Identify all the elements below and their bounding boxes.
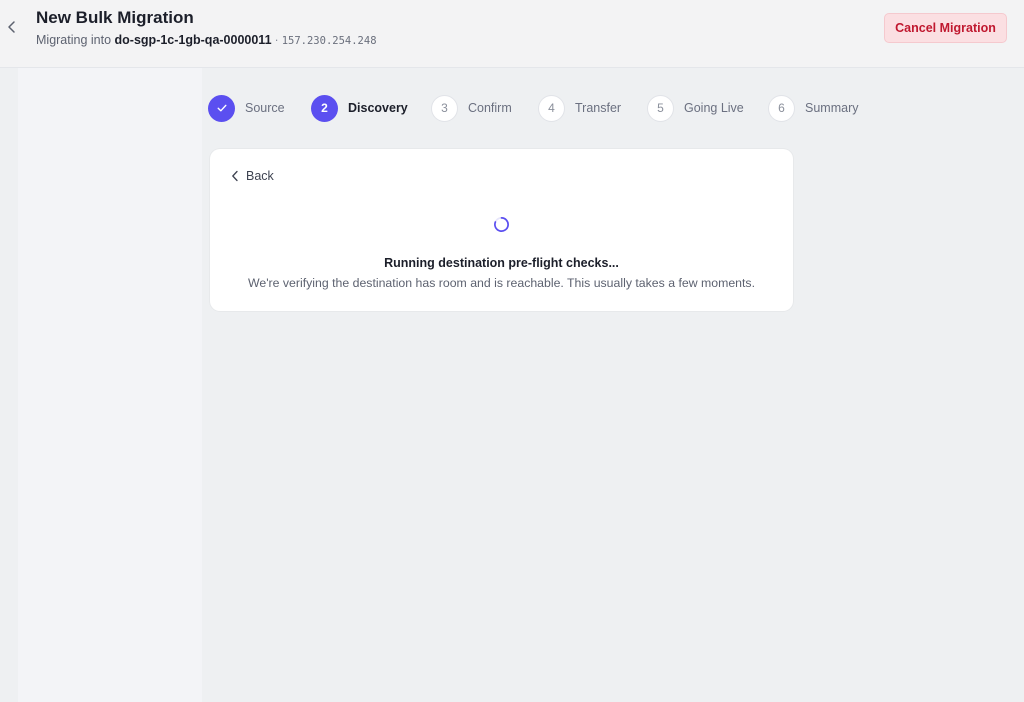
back-link[interactable]: Back	[231, 168, 274, 184]
step-transfer[interactable]: 4 Transfer	[538, 94, 621, 122]
step-confirm[interactable]: 3 Confirm	[431, 94, 512, 122]
step-label: Source	[245, 101, 285, 115]
step-label: Transfer	[575, 101, 622, 115]
page-title: New Bulk Migration	[36, 8, 194, 27]
step-number: 6	[768, 94, 795, 122]
step-number: 2	[311, 94, 338, 122]
back-chevron-icon[interactable]	[4, 19, 20, 35]
status-description: We're verifying the destination has room…	[247, 276, 755, 290]
step-label: Confirm	[468, 101, 512, 115]
back-label: Back	[246, 169, 274, 183]
status-title: Running destination pre-flight checks...	[384, 256, 619, 270]
migration-page: New Bulk Migration Migrating into do-sgp…	[0, 0, 1024, 702]
step-discovery[interactable]: 2 Discovery	[311, 94, 408, 122]
page-header: New Bulk Migration Migrating into do-sgp…	[0, 0, 1024, 68]
step-source[interactable]: Source	[208, 94, 285, 122]
step-number: 4	[538, 94, 565, 122]
destination-ip: 157.230.254.248	[281, 35, 377, 47]
sidebar-background	[18, 68, 202, 702]
step-number: 5	[647, 94, 674, 122]
step-number: 3	[431, 94, 458, 122]
step-complete-check-icon	[208, 94, 235, 122]
step-going-live[interactable]: 5 Going Live	[647, 94, 744, 122]
destination-host: do-sgp-1c-1gb-qa-0000011	[114, 33, 272, 47]
subtitle-prefix: Migrating into	[36, 33, 112, 47]
subtitle-separator: ·	[274, 33, 279, 47]
step-label: Discovery	[348, 101, 408, 115]
cancel-migration-button[interactable]: Cancel Migration	[884, 13, 1007, 43]
discovery-card: Back Running destination pre-flight chec…	[210, 149, 793, 311]
step-label: Summary	[805, 101, 859, 115]
loading-spinner-icon	[494, 217, 509, 232]
step-summary[interactable]: 6 Summary	[768, 94, 858, 122]
page-subtitle: Migrating into do-sgp-1c-1gb-qa-0000011 ·…	[36, 33, 377, 47]
step-label: Going Live	[684, 101, 744, 115]
chevron-left-icon	[232, 170, 238, 182]
